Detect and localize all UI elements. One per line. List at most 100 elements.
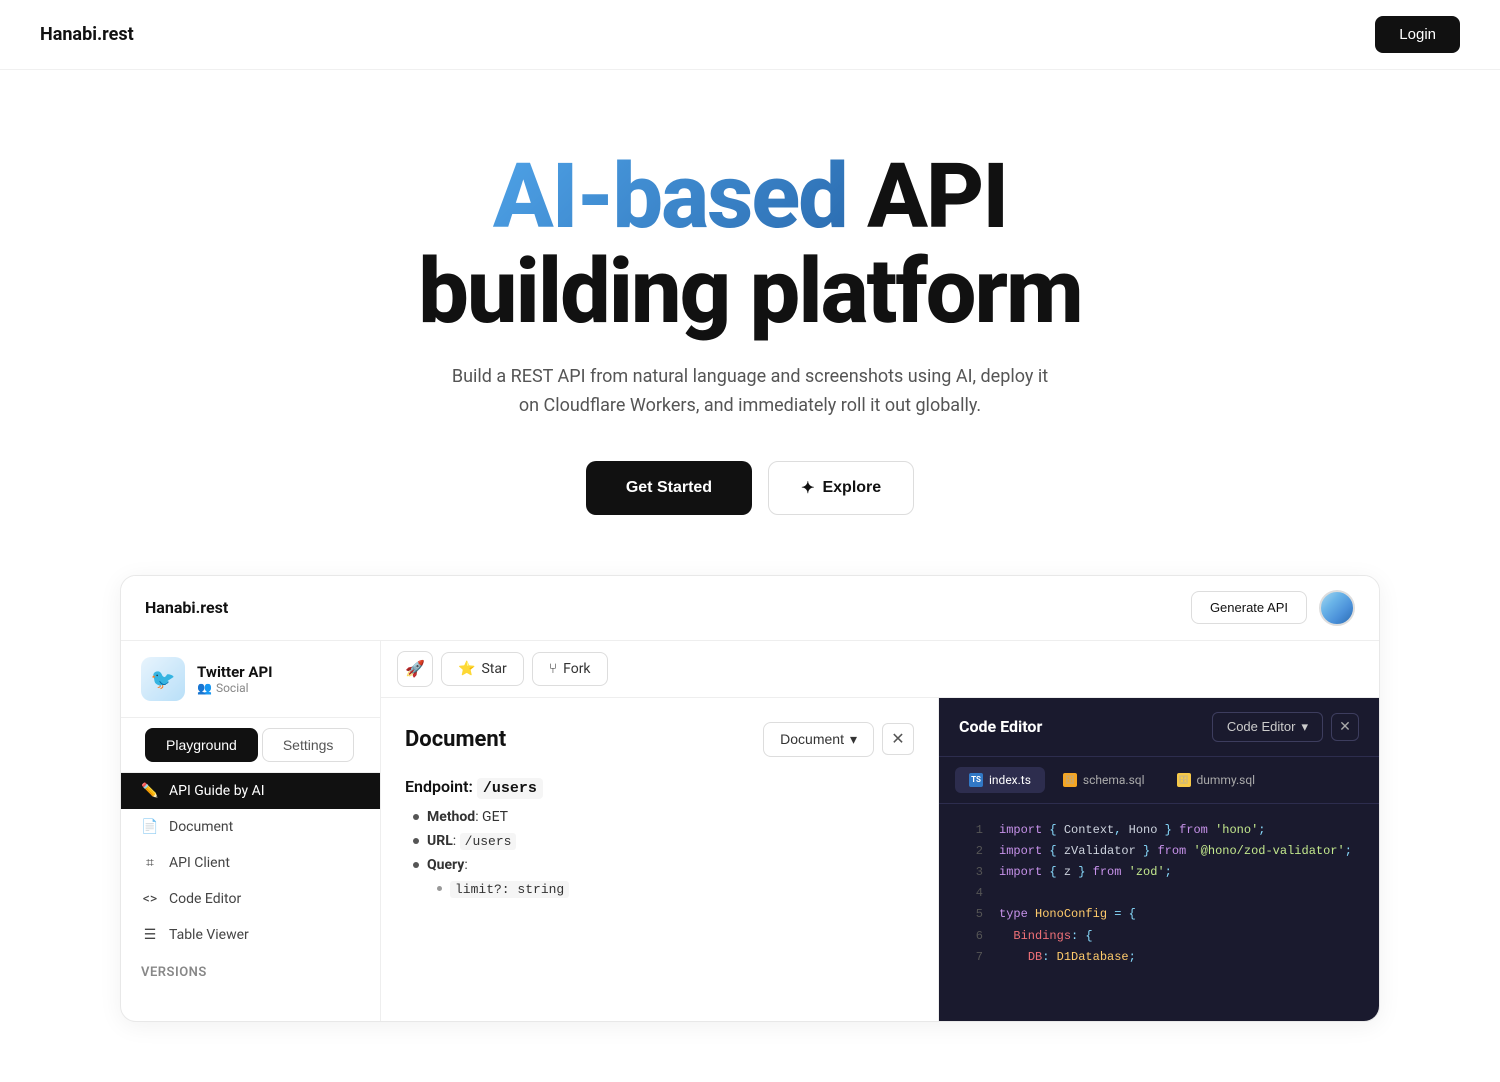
chevron-down-icon: ▾ [850, 731, 857, 748]
star-button[interactable]: ⭐ Star [441, 652, 524, 686]
hero-title: AI-based API building platform [40, 150, 1460, 339]
rocket-button[interactable]: 🚀 [397, 651, 433, 687]
sidebar-versions-label: Versions [121, 953, 380, 986]
endpoint-label: Endpoint: /users [405, 777, 914, 797]
nav-logo: Hanabi.rest [40, 24, 134, 45]
tab-settings[interactable]: Settings [262, 728, 355, 762]
sidebar-item-table-viewer[interactable]: ☰ Table Viewer [121, 917, 380, 953]
sql-orange-icon: 🗄 [1063, 773, 1077, 787]
code-dropdown[interactable]: Code Editor ▾ [1212, 712, 1323, 742]
demo-header: Hanabi.rest Generate API [121, 576, 1379, 641]
url-text: URL: /users [427, 833, 516, 849]
code-line-3: 3 import { z } from 'zod'; [939, 862, 1379, 883]
code-line-4: 4 [939, 883, 1379, 904]
document-label: Document [169, 819, 233, 835]
project-name: Twitter API [197, 663, 273, 681]
doc-sub-item-limit: limit?: string [429, 881, 914, 897]
code-line-2: 2 import { zValidator } from '@hono/zod-… [939, 841, 1379, 862]
generate-api-button[interactable]: Generate API [1191, 591, 1307, 624]
code-dropdown-label: Code Editor [1227, 719, 1296, 734]
code-header-controls: Code Editor ▾ ✕ [1212, 712, 1359, 742]
explore-icon: ✦ [801, 478, 814, 498]
hero-title-line2: building platform [418, 239, 1082, 344]
doc-item-method: Method: GET [405, 809, 914, 825]
navbar: Hanabi.rest Login [0, 0, 1500, 70]
tab-dummy-sql-label: dummy.sql [1197, 773, 1256, 787]
demo-header-right: Generate API [1191, 590, 1355, 626]
explore-button[interactable]: ✦ Explore [768, 461, 914, 515]
tab-schema-sql-label: schema.sql [1083, 773, 1145, 787]
star-icon: ⭐ [458, 661, 475, 677]
hero-subtitle: Build a REST API from natural language a… [440, 363, 1060, 421]
project-info: Twitter API 👥 Social [197, 663, 273, 695]
tabs-left: Playground Settings [145, 728, 354, 762]
endpoint-section: Endpoint: /users Method: GET URL: /users [405, 777, 914, 897]
query-text: Query: [427, 857, 468, 873]
login-button[interactable]: Login [1375, 16, 1460, 53]
fork-button[interactable]: ⑂ Fork [532, 652, 608, 686]
table-viewer-label: Table Viewer [169, 927, 249, 943]
doc-close-button[interactable]: ✕ [882, 723, 914, 755]
document-icon: 📄 [141, 819, 159, 835]
api-guide-label: API Guide by AI [169, 783, 265, 799]
endpoint-text: Endpoint: [405, 777, 473, 796]
code-editor-header: Code Editor Code Editor ▾ ✕ [939, 698, 1379, 757]
doc-dropdown[interactable]: Document ▾ [763, 722, 874, 757]
hero-title-api: API [847, 144, 1007, 249]
demo-brand: Hanabi.rest [145, 598, 228, 617]
bullet-method [413, 814, 419, 820]
code-line-5: 5 type HonoConfig = { [939, 904, 1379, 925]
doc-dropdown-label: Document [780, 731, 844, 747]
hero-buttons: Get Started ✦ Explore [40, 461, 1460, 515]
doc-header: Document Document ▾ ✕ [405, 722, 914, 757]
hero-title-blue: AI-based [493, 144, 847, 249]
code-tab-schema-sql[interactable]: 🗄 schema.sql [1049, 767, 1159, 793]
demo-main: 🚀 ⭐ Star ⑂ Fork Document [381, 641, 1379, 1021]
method-text: Method: GET [427, 809, 508, 825]
api-guide-icon: ✏️ [141, 783, 159, 799]
demo-content-area: Document Document ▾ ✕ Endp [381, 698, 1379, 1021]
code-tab-dummy-sql[interactable]: 🗄 dummy.sql [1163, 767, 1270, 793]
project-category: 👥 Social [197, 681, 273, 695]
doc-item-url: URL: /users [405, 833, 914, 849]
bullet-limit [437, 886, 442, 891]
sidebar-item-document[interactable]: 📄 Document [121, 809, 380, 845]
tab-playground[interactable]: Playground [145, 728, 258, 762]
code-tabs: TS index.ts 🗄 schema.sql 🗄 dummy.sql [939, 757, 1379, 804]
doc-title: Document [405, 727, 506, 752]
demo-body: 🐦 Twitter API 👥 Social Playground Settin… [121, 641, 1379, 1021]
sidebar-item-code-editor[interactable]: <> Code Editor [121, 881, 380, 917]
star-label: Star [481, 661, 506, 677]
project-icon: 🐦 [141, 657, 185, 701]
code-editor-nav-label: Code Editor [169, 891, 241, 907]
get-started-button[interactable]: Get Started [586, 461, 752, 515]
hero-section: AI-based API building platform Build a R… [0, 70, 1500, 575]
endpoint-path: /users [477, 778, 543, 799]
code-editor-icon: <> [141, 891, 159, 907]
sidebar-item-api-guide[interactable]: ✏️ API Guide by AI [121, 773, 380, 809]
code-line-6: 6 Bindings: { [939, 926, 1379, 947]
sidebar-project: 🐦 Twitter API 👥 Social [121, 641, 380, 718]
code-chevron-icon: ▾ [1301, 719, 1308, 735]
table-viewer-icon: ☰ [141, 927, 159, 943]
doc-item-query: Query: [405, 857, 914, 873]
code-line-1: 1 import { Context, Hono } from 'hono'; [939, 820, 1379, 841]
code-close-button[interactable]: ✕ [1331, 713, 1359, 741]
bullet-query [413, 862, 419, 868]
action-tabs-row: 🚀 ⭐ Star ⑂ Fork [381, 641, 1379, 698]
code-editor-title: Code Editor [959, 717, 1042, 736]
api-client-icon: ⌗ [141, 855, 159, 871]
demo-wrapper: Hanabi.rest Generate API 🐦 Twitter API 👥… [0, 575, 1500, 1082]
code-tab-index-ts[interactable]: TS index.ts [955, 767, 1045, 793]
ts-icon: TS [969, 773, 983, 787]
document-panel: Document Document ▾ ✕ Endp [381, 698, 939, 1021]
api-client-label: API Client [169, 855, 230, 871]
avatar [1319, 590, 1355, 626]
category-label: Social [216, 681, 249, 695]
fork-icon: ⑂ [549, 661, 557, 677]
category-icon: 👥 [197, 681, 212, 695]
sidebar-item-api-client[interactable]: ⌗ API Client [121, 845, 380, 881]
sql-yellow-icon: 🗄 [1177, 773, 1191, 787]
code-body: 1 import { Context, Hono } from 'hono'; … [939, 804, 1379, 1021]
bullet-url [413, 838, 419, 844]
